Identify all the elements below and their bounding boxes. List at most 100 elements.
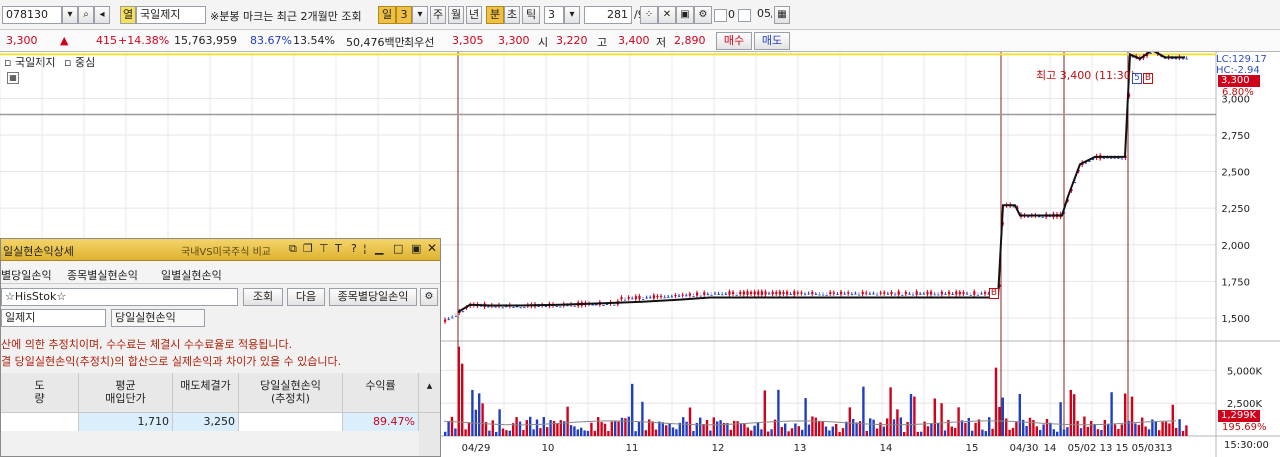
- period-second[interactable]: 초: [504, 6, 520, 24]
- scrollbar[interactable]: [419, 413, 440, 456]
- candle-body: [919, 293, 922, 295]
- marker-buy[interactable]: B: [989, 288, 999, 299]
- checkbox[interactable]: [738, 9, 751, 22]
- volume-bar: [495, 431, 498, 436]
- help-icon[interactable]: ?: [351, 242, 357, 255]
- account-field[interactable]: ☆HisStok☆: [1, 288, 238, 306]
- volume-bar: [971, 430, 974, 436]
- volume-bar: [692, 430, 695, 436]
- candle-body: [876, 294, 879, 296]
- checkbox[interactable]: [714, 9, 727, 22]
- volume-bar: [869, 418, 872, 436]
- period-tick[interactable]: 틱: [522, 6, 540, 24]
- volume-bar: [760, 429, 763, 436]
- volume-bar: [838, 431, 841, 436]
- date-field[interactable]: 05/03: [754, 6, 772, 24]
- candle-body: [948, 291, 951, 295]
- scroll-up-icon[interactable]: ▴: [419, 373, 440, 413]
- candle-body: [915, 291, 918, 295]
- volume-bar: [875, 428, 879, 436]
- volume-bar: [882, 426, 885, 436]
- period-day[interactable]: 일: [378, 6, 396, 24]
- volume-bar: [637, 421, 641, 436]
- restore-icon[interactable]: ▣: [411, 242, 421, 255]
- volume-bar: [1100, 430, 1103, 436]
- chevron-down-icon[interactable]: ▾: [412, 6, 428, 24]
- save-icon[interactable]: ▣: [676, 6, 694, 24]
- cell-quantity: [1, 413, 79, 431]
- tab-daily-pnl[interactable]: 별당일손익: [1, 267, 52, 283]
- volume-bar: [597, 417, 600, 436]
- marker-5[interactable]: 5: [1132, 73, 1142, 84]
- interval-input[interactable]: 3: [544, 6, 564, 24]
- day-separators: [457, 52, 1129, 436]
- volume-bar: [671, 427, 675, 436]
- stock-code-input[interactable]: 078130: [2, 6, 62, 24]
- candle-body: [976, 294, 979, 296]
- tab-stock-pnl[interactable]: 종목별실현손익: [67, 267, 138, 283]
- copy-icon[interactable]: ⧉: [289, 242, 297, 256]
- period-month[interactable]: 월: [448, 6, 464, 24]
- today-realized-button[interactable]: 당일실현손익: [111, 309, 205, 327]
- gear-icon[interactable]: ⚙: [694, 6, 712, 24]
- candle-body: [753, 291, 756, 295]
- header-quantity: 도 량: [1, 373, 79, 413]
- candle-body: [519, 307, 522, 309]
- volume-bar: [1011, 427, 1015, 436]
- candle-body: [897, 291, 900, 295]
- volume-bar: [1025, 426, 1028, 436]
- candle-body: [760, 291, 763, 295]
- price-tick-label: 2,250: [1221, 204, 1250, 215]
- crosshair-icon[interactable]: ✕: [658, 6, 676, 24]
- volume-bar: [699, 417, 702, 436]
- candle-body: [1117, 157, 1120, 159]
- window-icon[interactable]: ❐: [303, 242, 313, 255]
- volume-bar: [1117, 429, 1120, 436]
- candle-body: [768, 293, 771, 295]
- volume-bar: [1049, 422, 1052, 436]
- close-icon[interactable]: ✕: [427, 241, 437, 255]
- volume-bar: [729, 429, 732, 436]
- volume-bar: [784, 423, 787, 436]
- next-button[interactable]: 다음: [287, 288, 325, 306]
- candle-body: [854, 293, 857, 295]
- text-icon[interactable]: T: [335, 242, 342, 255]
- stock-realized-button[interactable]: 종목별당일손익: [329, 288, 417, 306]
- period-week[interactable]: 주: [430, 6, 446, 24]
- candle-body: [804, 294, 807, 296]
- volume-bar: [467, 422, 471, 436]
- chevron-down-icon[interactable]: ▾: [62, 6, 78, 24]
- volume-bar: [726, 423, 729, 436]
- time-tick-label: 14: [1044, 443, 1057, 454]
- stock-name-field[interactable]: 국일제지: [136, 6, 206, 24]
- chevron-down-icon[interactable]: ▾: [564, 6, 580, 24]
- query-button[interactable]: 조회: [243, 288, 283, 306]
- indicator-icon[interactable]: ⁘: [640, 6, 658, 24]
- minimize-icon[interactable]: ▁: [375, 242, 383, 255]
- compare-link[interactable]: 국내VS미국주식 비교: [181, 243, 271, 258]
- search-icon[interactable]: ⌕: [78, 6, 94, 24]
- tab-date-pnl[interactable]: 일별실현손익: [161, 267, 222, 283]
- volume-bar: [991, 428, 994, 436]
- volume-bar: [753, 425, 756, 436]
- candle-body: [858, 294, 861, 296]
- gear-icon[interactable]: ⚙: [420, 288, 438, 306]
- marker-buy[interactable]: B: [1143, 73, 1153, 84]
- stock-field[interactable]: 일제지: [1, 309, 106, 327]
- panel-titlebar[interactable]: 일실현손익상세 국내VS미국주식 비교 ⧉ ❐ ⊤ T ? ¦ ▁ □ ▣ ✕: [1, 239, 440, 261]
- calendar-icon[interactable]: ▦: [774, 6, 790, 24]
- candle-body: [703, 292, 706, 295]
- period-day-count[interactable]: 3: [396, 6, 412, 24]
- sell-button[interactable]: 매도: [754, 32, 790, 50]
- count-input[interactable]: 281: [584, 6, 632, 24]
- period-minute[interactable]: 분: [486, 6, 504, 24]
- maximize-icon[interactable]: □: [393, 242, 403, 255]
- volume-bar: [848, 407, 851, 436]
- pin-icon[interactable]: ⊤: [319, 242, 329, 255]
- period-year[interactable]: 년: [466, 6, 482, 24]
- buy-button[interactable]: 매수: [716, 32, 752, 50]
- candle-body: [746, 291, 749, 295]
- candle-body: [670, 296, 673, 298]
- price-tick-label: 2,000: [1221, 241, 1250, 252]
- speaker-icon[interactable]: ◂: [94, 6, 110, 24]
